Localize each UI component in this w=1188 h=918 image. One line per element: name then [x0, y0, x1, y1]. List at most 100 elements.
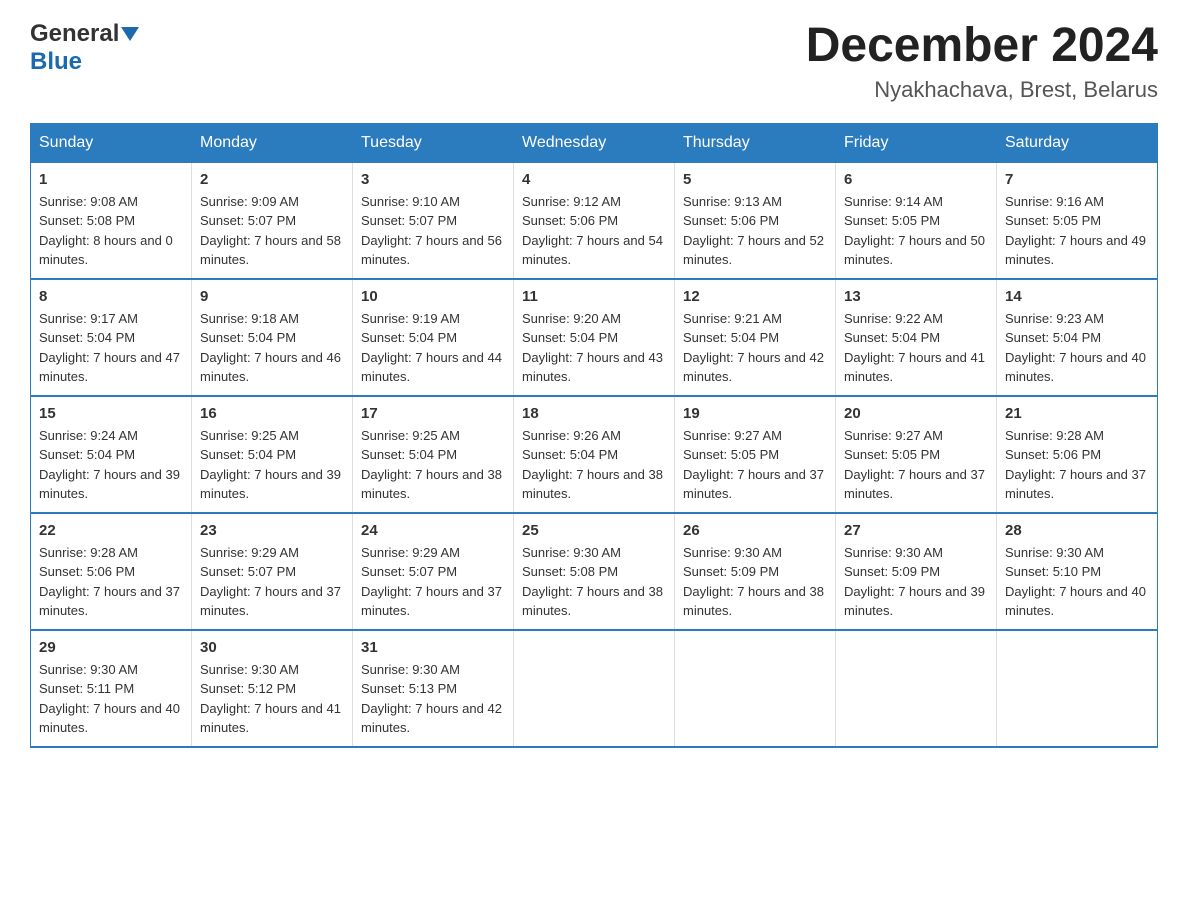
day-number: 9 — [200, 288, 344, 305]
calendar-day-cell: 20 Sunrise: 9:27 AM Sunset: 5:05 PM Dayl… — [836, 396, 997, 513]
calendar-day-cell: 27 Sunrise: 9:30 AM Sunset: 5:09 PM Dayl… — [836, 513, 997, 630]
calendar-day-cell: 12 Sunrise: 9:21 AM Sunset: 5:04 PM Dayl… — [675, 279, 836, 396]
day-info: Sunrise: 9:25 AM Sunset: 5:04 PM Dayligh… — [361, 426, 505, 504]
calendar-day-cell: 5 Sunrise: 9:13 AM Sunset: 5:06 PM Dayli… — [675, 162, 836, 279]
calendar-day-cell: 29 Sunrise: 9:30 AM Sunset: 5:11 PM Dayl… — [31, 630, 192, 747]
day-info: Sunrise: 9:27 AM Sunset: 5:05 PM Dayligh… — [844, 426, 988, 504]
calendar-day-cell — [997, 630, 1158, 747]
day-info: Sunrise: 9:28 AM Sunset: 5:06 PM Dayligh… — [1005, 426, 1149, 504]
logo-triangle-icon — [121, 27, 139, 41]
calendar-day-cell — [514, 630, 675, 747]
day-number: 3 — [361, 171, 505, 188]
location-subtitle: Nyakhachava, Brest, Belarus — [806, 77, 1158, 103]
title-block: December 2024 Nyakhachava, Brest, Belaru… — [806, 20, 1158, 103]
header-friday: Friday — [836, 123, 997, 162]
calendar-day-cell: 10 Sunrise: 9:19 AM Sunset: 5:04 PM Dayl… — [353, 279, 514, 396]
day-number: 16 — [200, 405, 344, 422]
day-info: Sunrise: 9:30 AM Sunset: 5:13 PM Dayligh… — [361, 660, 505, 738]
day-number: 22 — [39, 522, 183, 539]
calendar-week-row: 22 Sunrise: 9:28 AM Sunset: 5:06 PM Dayl… — [31, 513, 1158, 630]
day-info: Sunrise: 9:14 AM Sunset: 5:05 PM Dayligh… — [844, 192, 988, 270]
day-number: 12 — [683, 288, 827, 305]
calendar-week-row: 15 Sunrise: 9:24 AM Sunset: 5:04 PM Dayl… — [31, 396, 1158, 513]
day-info: Sunrise: 9:10 AM Sunset: 5:07 PM Dayligh… — [361, 192, 505, 270]
day-number: 27 — [844, 522, 988, 539]
header-thursday: Thursday — [675, 123, 836, 162]
day-info: Sunrise: 9:21 AM Sunset: 5:04 PM Dayligh… — [683, 309, 827, 387]
calendar-day-cell: 16 Sunrise: 9:25 AM Sunset: 5:04 PM Dayl… — [192, 396, 353, 513]
calendar-week-row: 1 Sunrise: 9:08 AM Sunset: 5:08 PM Dayli… — [31, 162, 1158, 279]
calendar-day-cell: 14 Sunrise: 9:23 AM Sunset: 5:04 PM Dayl… — [997, 279, 1158, 396]
header-monday: Monday — [192, 123, 353, 162]
calendar-day-cell: 26 Sunrise: 9:30 AM Sunset: 5:09 PM Dayl… — [675, 513, 836, 630]
day-info: Sunrise: 9:30 AM Sunset: 5:11 PM Dayligh… — [39, 660, 183, 738]
logo-blue-text: Blue — [30, 48, 82, 76]
day-info: Sunrise: 9:23 AM Sunset: 5:04 PM Dayligh… — [1005, 309, 1149, 387]
day-info: Sunrise: 9:30 AM Sunset: 5:08 PM Dayligh… — [522, 543, 666, 621]
day-number: 15 — [39, 405, 183, 422]
calendar-header-row: Sunday Monday Tuesday Wednesday Thursday… — [31, 123, 1158, 162]
day-number: 7 — [1005, 171, 1149, 188]
calendar-day-cell: 4 Sunrise: 9:12 AM Sunset: 5:06 PM Dayli… — [514, 162, 675, 279]
day-info: Sunrise: 9:12 AM Sunset: 5:06 PM Dayligh… — [522, 192, 666, 270]
calendar-table: Sunday Monday Tuesday Wednesday Thursday… — [30, 123, 1158, 748]
calendar-day-cell: 2 Sunrise: 9:09 AM Sunset: 5:07 PM Dayli… — [192, 162, 353, 279]
day-info: Sunrise: 9:16 AM Sunset: 5:05 PM Dayligh… — [1005, 192, 1149, 270]
page-header: General Blue December 2024 Nyakhachava, … — [30, 20, 1158, 103]
calendar-day-cell: 6 Sunrise: 9:14 AM Sunset: 5:05 PM Dayli… — [836, 162, 997, 279]
calendar-day-cell: 8 Sunrise: 9:17 AM Sunset: 5:04 PM Dayli… — [31, 279, 192, 396]
day-number: 11 — [522, 288, 666, 305]
day-number: 21 — [1005, 405, 1149, 422]
day-number: 8 — [39, 288, 183, 305]
day-number: 29 — [39, 639, 183, 656]
calendar-day-cell: 24 Sunrise: 9:29 AM Sunset: 5:07 PM Dayl… — [353, 513, 514, 630]
day-number: 23 — [200, 522, 344, 539]
day-number: 26 — [683, 522, 827, 539]
day-info: Sunrise: 9:26 AM Sunset: 5:04 PM Dayligh… — [522, 426, 666, 504]
month-year-title: December 2024 — [806, 20, 1158, 73]
day-number: 20 — [844, 405, 988, 422]
calendar-week-row: 8 Sunrise: 9:17 AM Sunset: 5:04 PM Dayli… — [31, 279, 1158, 396]
day-number: 2 — [200, 171, 344, 188]
day-number: 31 — [361, 639, 505, 656]
day-number: 1 — [39, 171, 183, 188]
day-info: Sunrise: 9:20 AM Sunset: 5:04 PM Dayligh… — [522, 309, 666, 387]
calendar-day-cell: 28 Sunrise: 9:30 AM Sunset: 5:10 PM Dayl… — [997, 513, 1158, 630]
day-info: Sunrise: 9:29 AM Sunset: 5:07 PM Dayligh… — [200, 543, 344, 621]
calendar-day-cell: 30 Sunrise: 9:30 AM Sunset: 5:12 PM Dayl… — [192, 630, 353, 747]
day-number: 25 — [522, 522, 666, 539]
calendar-day-cell: 13 Sunrise: 9:22 AM Sunset: 5:04 PM Dayl… — [836, 279, 997, 396]
calendar-day-cell: 22 Sunrise: 9:28 AM Sunset: 5:06 PM Dayl… — [31, 513, 192, 630]
header-wednesday: Wednesday — [514, 123, 675, 162]
day-info: Sunrise: 9:25 AM Sunset: 5:04 PM Dayligh… — [200, 426, 344, 504]
header-saturday: Saturday — [997, 123, 1158, 162]
day-info: Sunrise: 9:08 AM Sunset: 5:08 PM Dayligh… — [39, 192, 183, 270]
day-number: 28 — [1005, 522, 1149, 539]
day-info: Sunrise: 9:30 AM Sunset: 5:12 PM Dayligh… — [200, 660, 344, 738]
calendar-day-cell — [675, 630, 836, 747]
day-number: 24 — [361, 522, 505, 539]
calendar-day-cell: 1 Sunrise: 9:08 AM Sunset: 5:08 PM Dayli… — [31, 162, 192, 279]
day-number: 4 — [522, 171, 666, 188]
day-number: 18 — [522, 405, 666, 422]
calendar-day-cell: 15 Sunrise: 9:24 AM Sunset: 5:04 PM Dayl… — [31, 396, 192, 513]
day-number: 14 — [1005, 288, 1149, 305]
day-number: 19 — [683, 405, 827, 422]
day-number: 10 — [361, 288, 505, 305]
day-number: 13 — [844, 288, 988, 305]
day-info: Sunrise: 9:24 AM Sunset: 5:04 PM Dayligh… — [39, 426, 183, 504]
day-info: Sunrise: 9:30 AM Sunset: 5:09 PM Dayligh… — [683, 543, 827, 621]
calendar-day-cell: 11 Sunrise: 9:20 AM Sunset: 5:04 PM Dayl… — [514, 279, 675, 396]
calendar-week-row: 29 Sunrise: 9:30 AM Sunset: 5:11 PM Dayl… — [31, 630, 1158, 747]
day-number: 30 — [200, 639, 344, 656]
day-info: Sunrise: 9:27 AM Sunset: 5:05 PM Dayligh… — [683, 426, 827, 504]
day-info: Sunrise: 9:18 AM Sunset: 5:04 PM Dayligh… — [200, 309, 344, 387]
calendar-day-cell: 9 Sunrise: 9:18 AM Sunset: 5:04 PM Dayli… — [192, 279, 353, 396]
calendar-day-cell: 7 Sunrise: 9:16 AM Sunset: 5:05 PM Dayli… — [997, 162, 1158, 279]
calendar-day-cell: 19 Sunrise: 9:27 AM Sunset: 5:05 PM Dayl… — [675, 396, 836, 513]
day-number: 6 — [844, 171, 988, 188]
day-info: Sunrise: 9:19 AM Sunset: 5:04 PM Dayligh… — [361, 309, 505, 387]
calendar-day-cell: 17 Sunrise: 9:25 AM Sunset: 5:04 PM Dayl… — [353, 396, 514, 513]
day-info: Sunrise: 9:09 AM Sunset: 5:07 PM Dayligh… — [200, 192, 344, 270]
calendar-day-cell — [836, 630, 997, 747]
